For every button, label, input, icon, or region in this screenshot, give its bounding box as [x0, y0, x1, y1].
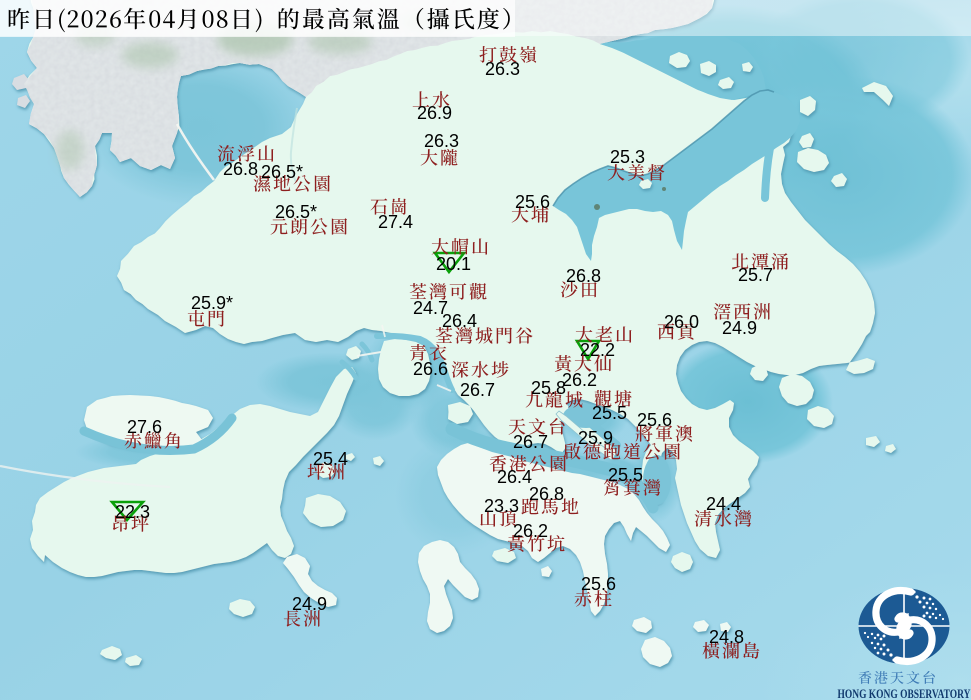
svg-text:23.3: 23.3	[484, 496, 519, 516]
svg-text:26.8: 26.8	[566, 266, 601, 286]
svg-text:25.6: 25.6	[515, 192, 550, 212]
svg-text:25.6: 25.6	[637, 410, 672, 430]
svg-text:25.8: 25.8	[531, 378, 566, 398]
svg-text:27.6: 27.6	[127, 417, 162, 437]
svg-text:24.9: 24.9	[722, 318, 757, 338]
svg-text:25.9*: 25.9*	[191, 293, 233, 313]
svg-text:25.6: 25.6	[581, 574, 616, 594]
svg-text:26.2: 26.2	[513, 521, 548, 541]
svg-text:25.5: 25.5	[608, 465, 643, 485]
svg-text:26.3: 26.3	[424, 131, 459, 151]
svg-text:25.4: 25.4	[313, 449, 348, 469]
svg-text:22.3: 22.3	[115, 502, 150, 522]
svg-text:25.3: 25.3	[610, 147, 645, 167]
svg-text:25.5: 25.5	[592, 403, 627, 423]
svg-text:24.4: 24.4	[706, 494, 741, 514]
svg-text:26.9: 26.9	[417, 103, 452, 123]
svg-text:26.0: 26.0	[664, 312, 699, 332]
svg-text:26.8: 26.8	[223, 159, 258, 179]
svg-text:26.5*: 26.5*	[261, 162, 303, 182]
svg-text:24.9: 24.9	[292, 594, 327, 614]
svg-text:24.8: 24.8	[709, 627, 744, 647]
svg-text:20.1: 20.1	[436, 254, 471, 274]
svg-text:25.7: 25.7	[738, 265, 773, 285]
svg-text:22.2: 22.2	[580, 340, 615, 360]
svg-text:26.8: 26.8	[529, 484, 564, 504]
svg-text:25.9: 25.9	[578, 428, 613, 448]
svg-text:26.4: 26.4	[497, 467, 532, 487]
svg-text:26.7: 26.7	[513, 432, 548, 452]
svg-text:26.7: 26.7	[460, 380, 495, 400]
svg-text:26.3: 26.3	[485, 59, 520, 79]
svg-text:26.2: 26.2	[562, 370, 597, 390]
svg-text:26.4: 26.4	[442, 311, 477, 331]
svg-text:26.5*: 26.5*	[275, 202, 317, 222]
svg-text:27.4: 27.4	[378, 212, 413, 232]
svg-text:26.6: 26.6	[413, 359, 448, 379]
svg-text:HONG KONG OBSERVATORY: HONG KONG OBSERVATORY	[838, 687, 971, 700]
